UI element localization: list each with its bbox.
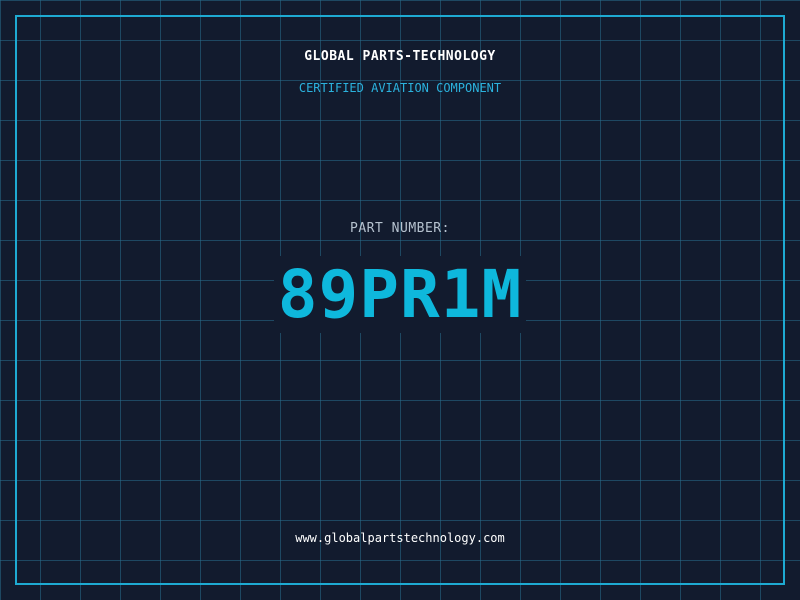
brand-title: GLOBAL PARTS-TECHNOLOGY [304,49,496,64]
part-number-value-wrapper: 89PR1M [0,255,800,335]
part-number-label: PART NUMBER: [350,221,450,236]
website-link[interactable]: www.globalpartstechnology.com [0,531,800,545]
part-number-value: 89PR1M [273,256,527,333]
certification-subtitle: CERTIFIED AVIATION COMPONENT [298,81,502,95]
